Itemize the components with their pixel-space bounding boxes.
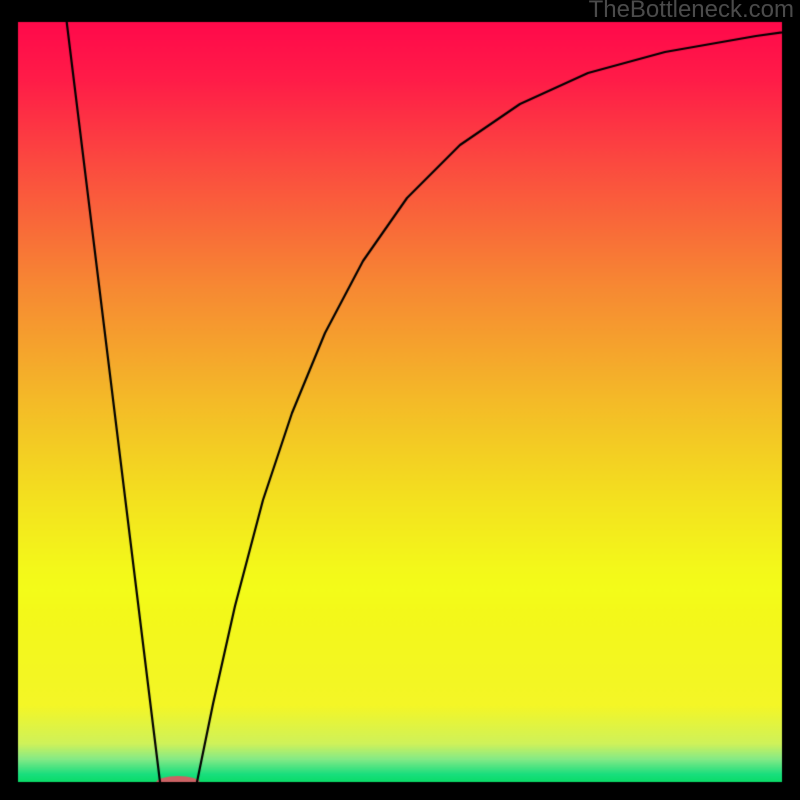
watermark: TheBottleneck.com bbox=[589, 0, 794, 24]
bottleneck-chart bbox=[0, 0, 800, 800]
chart-container: TheBottleneck.com bbox=[0, 0, 800, 800]
